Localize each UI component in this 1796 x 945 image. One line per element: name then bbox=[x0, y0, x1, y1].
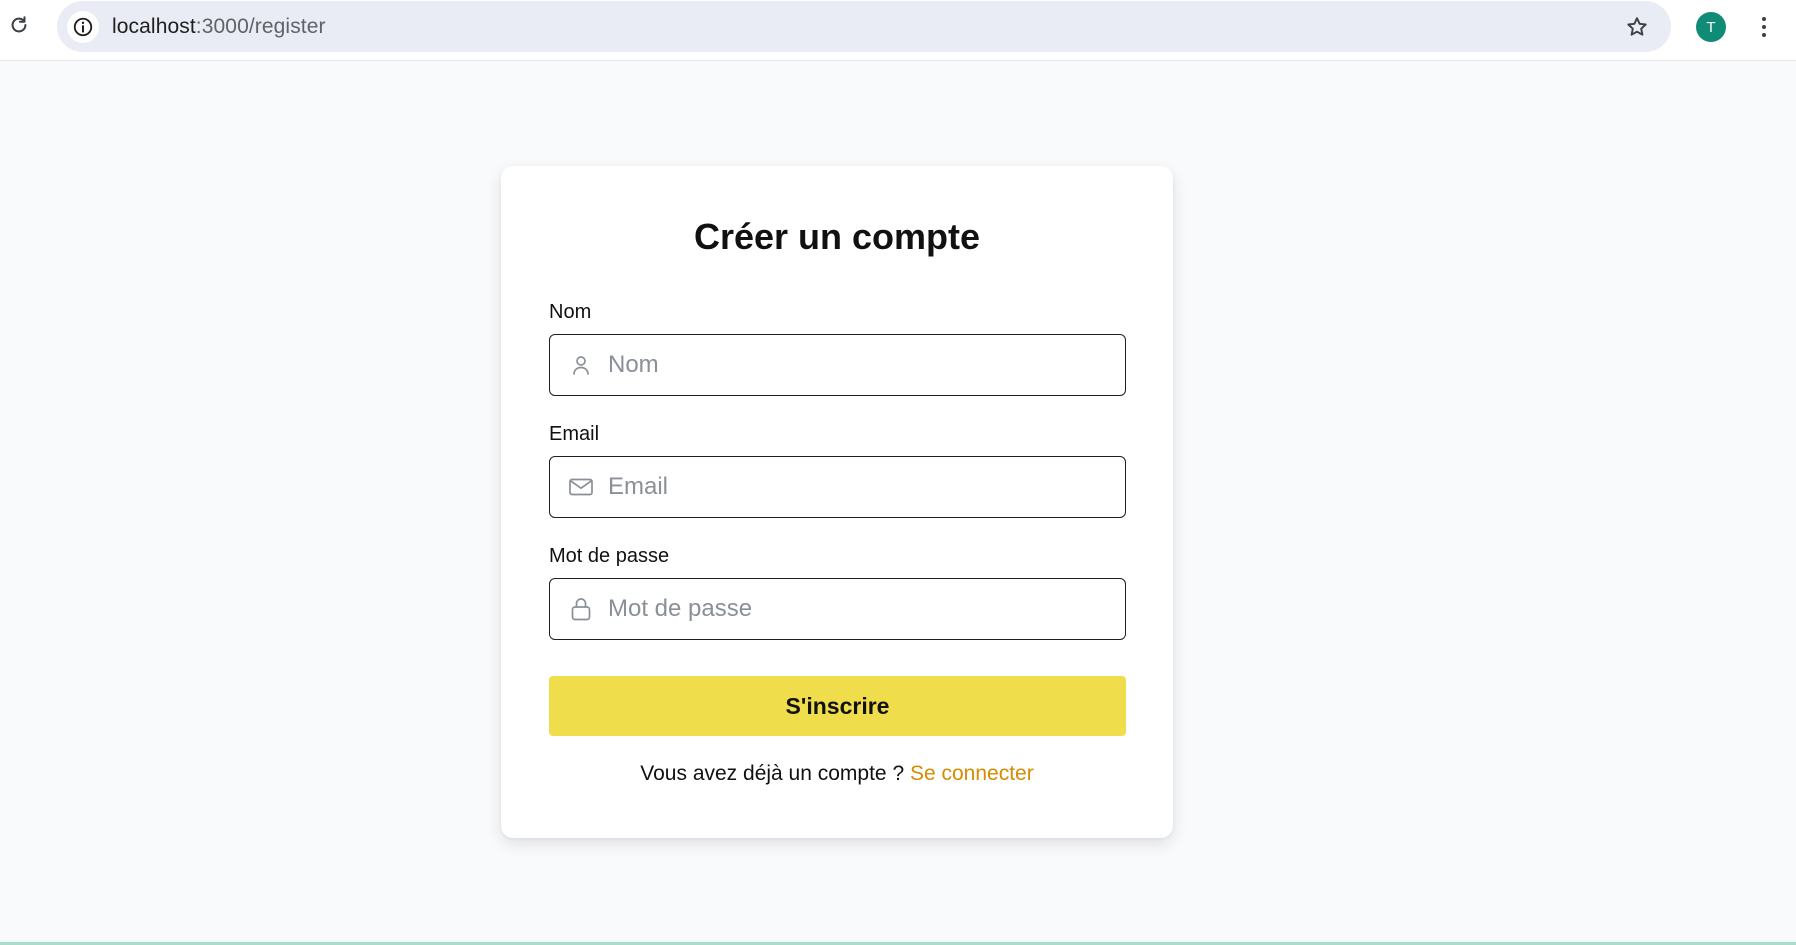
kebab-menu-icon[interactable] bbox=[1754, 12, 1774, 42]
browser-toolbar: localhost:3000/register T bbox=[0, 0, 1796, 61]
lock-icon bbox=[568, 596, 594, 622]
menu-dot bbox=[1762, 17, 1766, 21]
name-input[interactable] bbox=[608, 335, 1108, 395]
email-field[interactable] bbox=[549, 456, 1126, 518]
name-field[interactable] bbox=[549, 334, 1126, 396]
register-button[interactable]: S'inscrire bbox=[549, 676, 1126, 736]
page-title: Créer un compte bbox=[693, 216, 981, 257]
email-input[interactable] bbox=[608, 457, 1108, 517]
mail-icon bbox=[568, 474, 594, 500]
star-icon[interactable] bbox=[1623, 13, 1651, 41]
url-text[interactable]: localhost:3000/register bbox=[112, 15, 326, 39]
info-icon[interactable] bbox=[67, 11, 99, 43]
login-prompt-text: Vous avez déjà un compte ? bbox=[640, 762, 905, 785]
reload-icon[interactable] bbox=[6, 12, 32, 38]
profile-avatar[interactable]: T bbox=[1696, 12, 1726, 42]
password-input[interactable] bbox=[608, 579, 1108, 639]
login-link[interactable]: Se connecter bbox=[910, 762, 1034, 785]
name-label: Nom bbox=[549, 301, 592, 323]
menu-dot bbox=[1762, 33, 1766, 37]
url-host: localhost bbox=[112, 15, 196, 38]
user-icon bbox=[568, 352, 594, 378]
password-label: Mot de passe bbox=[549, 545, 670, 567]
login-prompt: Vous avez déjà un compte ? Se connecter bbox=[501, 762, 1173, 786]
password-field[interactable] bbox=[549, 578, 1126, 640]
email-label: Email bbox=[549, 423, 600, 445]
menu-dot bbox=[1762, 25, 1766, 29]
address-bar[interactable]: localhost:3000/register bbox=[57, 1, 1671, 52]
url-path: :3000/register bbox=[195, 15, 326, 38]
register-card: Créer un compte Nom Email Mot de passe bbox=[501, 166, 1173, 838]
